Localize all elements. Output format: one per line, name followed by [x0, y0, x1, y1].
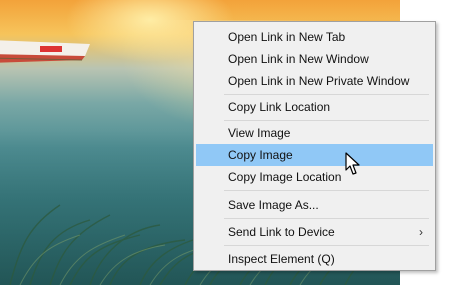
- context-menu: Open Link in New Tab Open Link in New Wi…: [193, 21, 436, 271]
- menu-item-label: Copy Image: [228, 148, 293, 162]
- menu-item-label: Open Link in New Tab: [228, 30, 346, 44]
- menu-separator: [224, 94, 429, 95]
- menu-item-label: Save Image As...: [228, 198, 319, 212]
- menu-item-inspect-element[interactable]: Inspect Element (Q): [196, 248, 433, 270]
- menu-item-label: View Image: [228, 126, 291, 140]
- menu-item-label: Inspect Element (Q): [228, 252, 335, 266]
- menu-item-label: Send Link to Device: [228, 225, 335, 239]
- menu-item-open-link-new-tab[interactable]: Open Link in New Tab: [196, 26, 433, 48]
- menu-item-copy-image[interactable]: Copy Image: [196, 144, 433, 166]
- menu-separator: [224, 120, 429, 121]
- menu-item-save-image-as[interactable]: Save Image As...: [196, 194, 433, 216]
- menu-item-open-link-private-window[interactable]: Open Link in New Private Window: [196, 70, 433, 92]
- boat-image: [0, 40, 90, 63]
- menu-item-label: Copy Image Location: [228, 170, 342, 184]
- menu-item-send-link-to-device[interactable]: Send Link to Device ›: [196, 221, 433, 243]
- menu-item-copy-image-location[interactable]: Copy Image Location: [196, 166, 433, 188]
- menu-separator: [224, 190, 429, 191]
- menu-item-label: Open Link in New Private Window: [228, 74, 410, 88]
- menu-separator: [224, 245, 429, 246]
- menu-item-label: Open Link in New Window: [228, 52, 369, 66]
- menu-item-open-link-new-window[interactable]: Open Link in New Window: [196, 48, 433, 70]
- chevron-right-icon: ›: [419, 225, 423, 239]
- menu-item-view-image[interactable]: View Image: [196, 122, 433, 144]
- menu-item-label: Copy Link Location: [228, 100, 331, 114]
- menu-separator: [224, 218, 429, 219]
- menu-item-copy-link-location[interactable]: Copy Link Location: [196, 96, 433, 118]
- arrow-pointer-icon: [345, 152, 360, 175]
